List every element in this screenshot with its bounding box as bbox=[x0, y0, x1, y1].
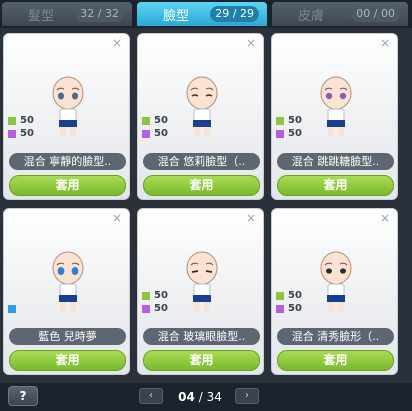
tab-skin[interactable]: 皮膚 00 / 00 bbox=[272, 2, 408, 26]
face-card[interactable]: × 50 50 混合 清秀臉形（.. 套用 bbox=[271, 208, 398, 375]
page-separator: / bbox=[198, 390, 203, 404]
face-card[interactable]: × 50 50 混合 跳跳糖臉型.. 套用 bbox=[271, 33, 398, 200]
stat-value: 50 bbox=[20, 115, 34, 126]
next-page-button[interactable]: › bbox=[235, 388, 259, 404]
tab-face[interactable]: 臉型 29 / 29 bbox=[137, 2, 267, 26]
close-icon[interactable]: × bbox=[379, 212, 391, 224]
character-avatar bbox=[186, 251, 218, 311]
character-avatar bbox=[320, 251, 352, 311]
stat-row: 50 bbox=[8, 114, 34, 127]
stat-value: 50 bbox=[288, 115, 302, 126]
green-square-icon bbox=[8, 116, 16, 125]
purple-square-icon bbox=[276, 304, 284, 313]
total-pages: 34 bbox=[206, 390, 222, 404]
stat-value: 50 bbox=[154, 115, 168, 126]
green-square-icon bbox=[276, 291, 284, 300]
green-square-icon bbox=[142, 291, 150, 300]
stat-row bbox=[8, 302, 20, 315]
stat-row: 50 bbox=[276, 289, 302, 302]
face-name: 混合 清秀臉形（.. bbox=[277, 328, 394, 345]
stat-value: 50 bbox=[288, 290, 302, 301]
stat-list: 50 50 bbox=[142, 289, 168, 315]
close-icon[interactable]: × bbox=[245, 212, 257, 224]
apply-button[interactable]: 套用 bbox=[143, 350, 260, 371]
face-card[interactable]: × 50 50 混合 寧靜的臉型.. 套用 bbox=[3, 33, 130, 200]
stat-list: 50 50 bbox=[276, 289, 302, 315]
face-name: 混合 悠莉臉型（.. bbox=[143, 153, 260, 170]
purple-square-icon bbox=[276, 129, 284, 138]
purple-square-icon bbox=[142, 304, 150, 313]
stat-value: 50 bbox=[288, 303, 302, 314]
face-name: 混合 跳跳糖臉型.. bbox=[277, 153, 394, 170]
stat-row: 50 bbox=[142, 127, 168, 140]
current-page: 04 bbox=[178, 390, 195, 404]
tab-skin-count: 00 / 00 bbox=[351, 6, 400, 22]
face-card[interactable]: × 50 50 混合 悠莉臉型（.. 套用 bbox=[137, 33, 264, 200]
close-icon[interactable]: × bbox=[379, 37, 391, 49]
tab-face-label: 臉型 bbox=[162, 8, 189, 24]
character-avatar bbox=[52, 76, 84, 136]
close-icon[interactable]: × bbox=[111, 37, 123, 49]
stat-row: 50 bbox=[142, 114, 168, 127]
apply-button[interactable]: 套用 bbox=[277, 175, 394, 196]
face-card[interactable]: × 50 50 混合 玻璃眼臉型.. 套用 bbox=[137, 208, 264, 375]
tab-skin-label: 皮膚 bbox=[297, 8, 324, 24]
face-name: 混合 玻璃眼臉型.. bbox=[143, 328, 260, 345]
apply-button[interactable]: 套用 bbox=[277, 350, 394, 371]
stat-value: 50 bbox=[154, 290, 168, 301]
stat-value: 50 bbox=[154, 303, 168, 314]
close-icon[interactable]: × bbox=[111, 212, 123, 224]
tab-hair-label: 髮型 bbox=[27, 8, 54, 24]
footer-bar: ? ‹ 04 / 34 › bbox=[0, 383, 412, 411]
stat-row: 50 bbox=[276, 114, 302, 127]
stat-row: 50 bbox=[8, 127, 34, 140]
stat-row: 50 bbox=[276, 127, 302, 140]
character-avatar bbox=[186, 76, 218, 136]
tab-face-count: 29 / 29 bbox=[210, 6, 259, 22]
stat-list: 50 50 bbox=[276, 114, 302, 140]
stat-value: 50 bbox=[154, 128, 168, 139]
apply-button[interactable]: 套用 bbox=[9, 175, 126, 196]
blue-square-icon bbox=[8, 304, 16, 313]
green-square-icon bbox=[142, 116, 150, 125]
help-button[interactable]: ? bbox=[8, 386, 38, 406]
green-square-icon bbox=[276, 116, 284, 125]
stat-value: 50 bbox=[288, 128, 302, 139]
stat-row: 50 bbox=[142, 302, 168, 315]
face-name: 混合 寧靜的臉型.. bbox=[9, 153, 126, 170]
character-avatar bbox=[320, 76, 352, 136]
stat-list: 50 50 bbox=[8, 114, 34, 140]
apply-button[interactable]: 套用 bbox=[9, 350, 126, 371]
close-icon[interactable]: × bbox=[245, 37, 257, 49]
prev-page-button[interactable]: ‹ bbox=[139, 388, 163, 404]
purple-square-icon bbox=[8, 129, 16, 138]
pagination: ‹ 04 / 34 › bbox=[139, 388, 259, 406]
stat-list: 50 50 bbox=[142, 114, 168, 140]
face-grid: × 50 50 混合 寧靜的臉型.. 套用 × 50 50 混合 悠莉臉型（..… bbox=[0, 28, 412, 383]
face-name: 藍色 兒時夢 bbox=[9, 328, 126, 345]
purple-square-icon bbox=[142, 129, 150, 138]
character-avatar bbox=[52, 251, 84, 311]
stat-row: 50 bbox=[142, 289, 168, 302]
stat-list bbox=[8, 302, 20, 315]
tab-bar: 髮型 32 / 32 臉型 29 / 29 皮膚 00 / 00 bbox=[0, 0, 412, 28]
stat-value: 50 bbox=[20, 128, 34, 139]
tab-hair[interactable]: 髮型 32 / 32 bbox=[2, 2, 132, 26]
page-indicator: 04 / 34 bbox=[169, 388, 231, 406]
stat-row: 50 bbox=[276, 302, 302, 315]
face-card[interactable]: × 藍色 兒時夢 套用 bbox=[3, 208, 130, 375]
apply-button[interactable]: 套用 bbox=[143, 175, 260, 196]
tab-hair-count: 32 / 32 bbox=[75, 6, 124, 22]
